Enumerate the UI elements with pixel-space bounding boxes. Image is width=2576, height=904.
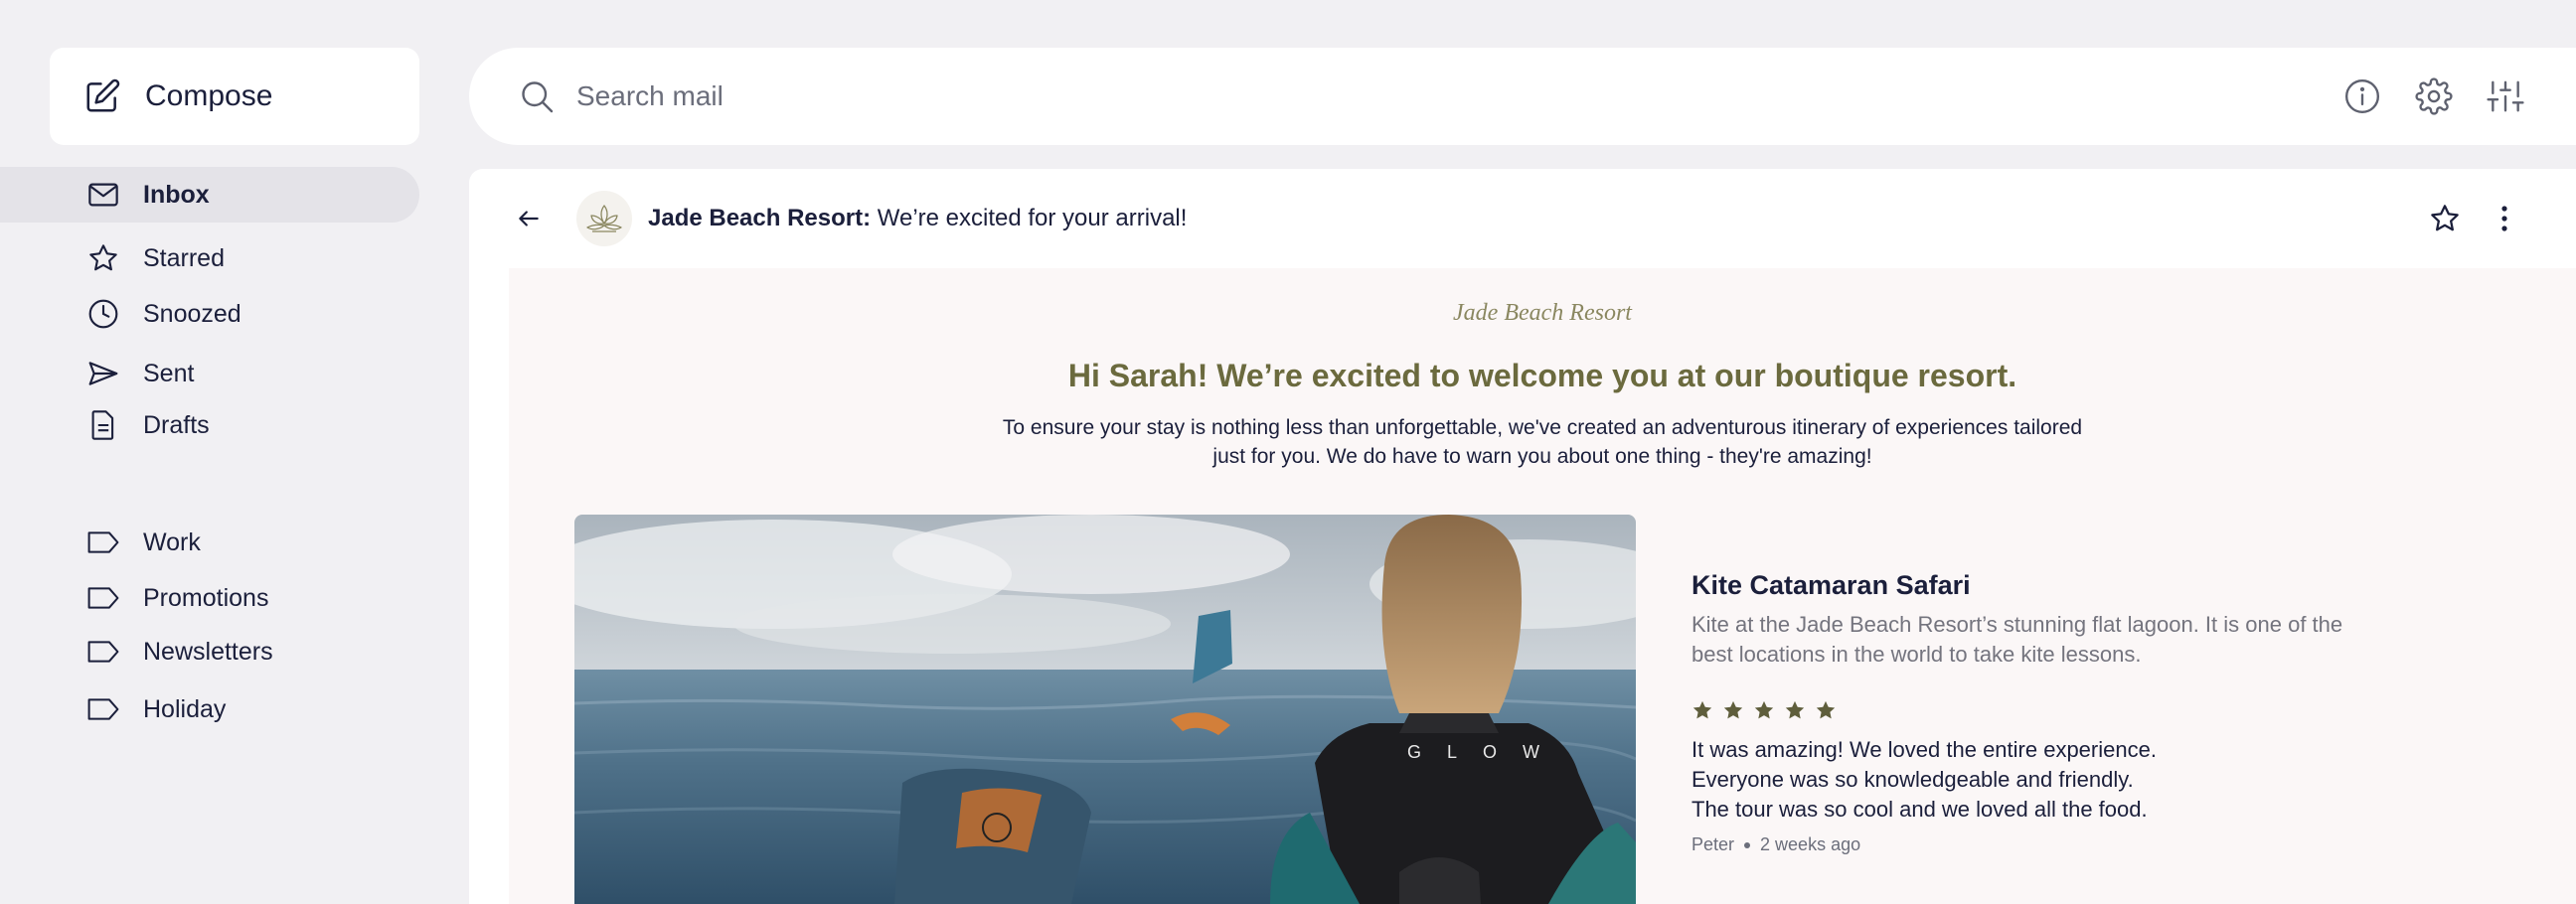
back-arrow-icon[interactable] xyxy=(509,199,549,238)
edit-icon xyxy=(83,77,121,115)
email-subject: Jade Beach Resort: We’re excited for you… xyxy=(648,205,1187,232)
gear-icon[interactable] xyxy=(2411,74,2457,119)
rating-star-icon xyxy=(1785,700,1805,719)
sidebar-item-drafts[interactable]: Drafts xyxy=(0,397,419,453)
sidebar-item-label: Snoozed xyxy=(143,299,242,328)
reviewer-meta: Peter 2 weeks ago xyxy=(1691,834,1860,855)
sidebar-label-promotions[interactable]: Promotions xyxy=(0,570,419,626)
draft-icon xyxy=(85,409,121,441)
label-icon xyxy=(85,640,121,664)
mail-view: Jade Beach Resort: We’re excited for you… xyxy=(469,169,2576,904)
rating-stars xyxy=(1691,699,1837,721)
email-intro: To ensure your stay is nothing less than… xyxy=(1002,416,2083,468)
sidebar-label-work[interactable]: Work xyxy=(0,515,419,570)
brand-wordmark: Jade Beach Resort xyxy=(1453,300,1632,326)
send-icon xyxy=(85,360,121,387)
more-vertical-icon[interactable] xyxy=(2485,199,2524,238)
subject-text: We’re excited for your arrival! xyxy=(877,205,1188,231)
sidebar-label-newsletters[interactable]: Newsletters xyxy=(0,624,419,679)
rating-star-icon xyxy=(1816,700,1836,719)
info-icon[interactable] xyxy=(2339,74,2385,119)
email-body: Jade Beach Resort Hi Sarah! We’re excite… xyxy=(509,268,2576,904)
tour-title: Kite Catamaran Safari xyxy=(1691,570,1971,600)
sender-logo xyxy=(576,191,632,246)
review-line: It was amazing! We loved the entire expe… xyxy=(1691,737,2157,762)
sidebar-item-label: Starred xyxy=(143,243,225,272)
star-icon xyxy=(85,242,121,274)
compose-label: Compose xyxy=(145,79,273,112)
sidebar-label-holiday[interactable]: Holiday xyxy=(0,681,419,737)
sidebar-item-sent[interactable]: Sent xyxy=(0,346,419,401)
hero-image: GLOW xyxy=(574,515,1636,904)
sidebar-item-label: Sent xyxy=(143,359,195,387)
label-icon xyxy=(85,530,121,554)
mail-header: Jade Beach Resort: We’re excited for you… xyxy=(469,169,2576,268)
review-line: The tour was so cool and we loved all th… xyxy=(1691,797,2148,822)
reviewer-name: Peter xyxy=(1691,834,1735,854)
sidebar-label-text: Holiday xyxy=(143,694,227,723)
rating-star-icon xyxy=(1692,700,1712,719)
rating-star-icon xyxy=(1723,700,1743,719)
review-time: 2 weeks ago xyxy=(1760,834,1861,854)
rating-star-icon xyxy=(1754,700,1774,719)
sender-name: Jade Beach Resort: xyxy=(648,205,872,231)
sidebar-label-text: Work xyxy=(143,527,201,556)
search-input[interactable] xyxy=(576,80,2365,112)
review-line: Everyone was so knowledgeable and friend… xyxy=(1691,767,2134,792)
review-text: It was amazing! We loved the entire expe… xyxy=(1691,735,2308,825)
compose-button[interactable]: Compose xyxy=(50,48,419,145)
email-headline: Hi Sarah! We’re excited to welcome you a… xyxy=(1067,358,2017,393)
search-icon[interactable] xyxy=(519,78,555,114)
star-icon[interactable] xyxy=(2425,199,2465,238)
label-icon xyxy=(85,586,121,610)
sidebar-item-label: Inbox xyxy=(143,180,210,209)
search-bar xyxy=(469,48,2576,145)
sidebar-item-starred[interactable]: Starred xyxy=(0,230,419,286)
svg-text:GLOW: GLOW xyxy=(1407,742,1565,762)
sidebar-item-label: Drafts xyxy=(143,410,210,439)
mail-icon xyxy=(85,182,121,208)
tour-description: Kite at the Jade Beach Resort’s stunning… xyxy=(1691,612,2343,667)
sidebar-label-text: Promotions xyxy=(143,583,269,612)
separator-dot xyxy=(1744,841,1751,848)
sidebar-item-snoozed[interactable]: Snoozed xyxy=(0,286,419,342)
sidebar-item-inbox[interactable]: Inbox xyxy=(0,167,419,223)
sidebar-label-text: Newsletters xyxy=(143,637,273,666)
label-icon xyxy=(85,697,121,721)
sliders-icon[interactable] xyxy=(2483,74,2528,119)
clock-icon xyxy=(85,298,121,330)
